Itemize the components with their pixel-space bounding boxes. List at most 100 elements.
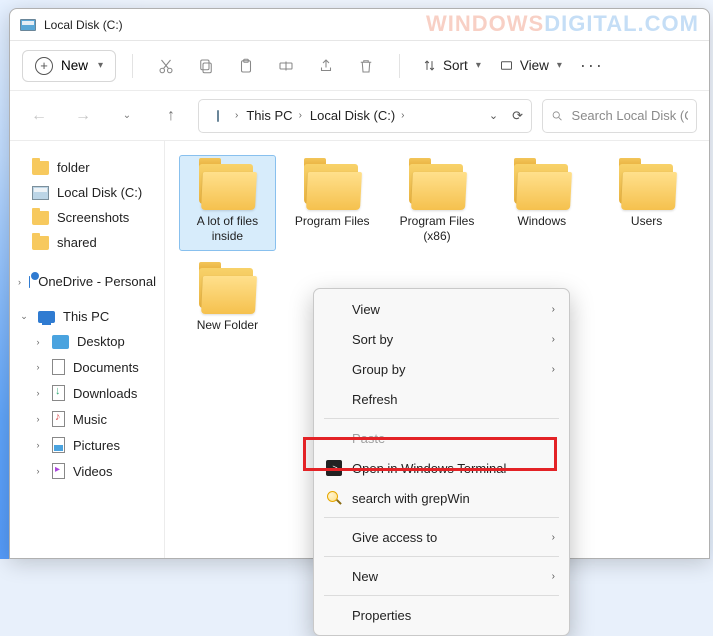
separator — [324, 517, 559, 518]
cut-button[interactable] — [149, 49, 183, 83]
folder-item[interactable]: Windows — [493, 155, 590, 251]
copy-button[interactable] — [189, 49, 223, 83]
expand-icon[interactable]: › — [32, 388, 44, 398]
separator — [324, 556, 559, 557]
back-button[interactable]: ← — [22, 99, 56, 133]
folder-label: Program Files (x86) — [392, 214, 483, 244]
refresh-button[interactable]: ⟳ — [512, 108, 523, 124]
sidebar-item-folder[interactable]: folder — [10, 155, 164, 180]
expand-icon[interactable]: › — [32, 466, 44, 476]
ctx-sort-by[interactable]: Sort by › — [314, 324, 569, 354]
ctx-refresh[interactable]: Refresh — [314, 384, 569, 414]
new-button[interactable]: + New ▾ — [22, 50, 116, 82]
ctx-paste: Paste — [314, 423, 569, 453]
search-input[interactable]: Search Local Disk (C:) — [542, 99, 697, 133]
separator — [132, 54, 133, 78]
chevron-right-icon: › — [552, 334, 555, 345]
paste-button[interactable] — [229, 49, 263, 83]
sidebar-item-shared[interactable]: shared — [10, 230, 164, 255]
folder-icon — [406, 162, 468, 210]
view-button[interactable]: View ▾ — [493, 58, 568, 73]
folder-item[interactable]: New Folder — [179, 259, 276, 340]
ctx-new[interactable]: New› — [314, 561, 569, 591]
ctx-view[interactable]: View› — [314, 294, 569, 324]
expand-icon[interactable]: › — [32, 414, 44, 424]
sidebar-item-this-pc[interactable]: ⌄This PC — [10, 304, 164, 329]
folder-item[interactable]: Program Files — [284, 155, 381, 251]
forward-button[interactable]: → — [66, 99, 100, 133]
documents-icon — [52, 359, 65, 375]
chevron-right-icon: › — [299, 110, 302, 121]
up-button[interactable]: ↑ — [154, 99, 188, 133]
sidebar-item-downloads[interactable]: › Downloads — [10, 380, 164, 406]
folder-icon — [196, 266, 258, 314]
ctx-label: View — [352, 302, 380, 317]
ctx-label: Paste — [352, 431, 385, 446]
separator — [324, 595, 559, 596]
address-dropdown[interactable]: ⌄ — [489, 109, 498, 122]
folder-label: Program Files — [295, 214, 370, 229]
folder-icon — [616, 162, 678, 210]
ctx-label: New — [352, 569, 378, 584]
recent-chevron[interactable]: ⌄ — [110, 99, 144, 133]
watermark: WINDOWSDIGITAL.COM — [426, 11, 699, 37]
more-button[interactable]: ··· — [574, 55, 610, 76]
expand-icon[interactable]: › — [18, 277, 21, 287]
sidebar-item-pictures[interactable]: › Pictures — [10, 432, 164, 458]
sidebar-item-videos[interactable]: › Videos — [10, 458, 164, 484]
separator — [399, 54, 400, 78]
collapse-icon[interactable]: ⌄ — [18, 311, 30, 322]
folder-item[interactable]: A lot of files inside — [179, 155, 276, 251]
folder-label: New Folder — [197, 318, 258, 333]
folder-item[interactable]: Program Files (x86) — [389, 155, 486, 251]
sidebar-item-screenshots[interactable]: Screenshots — [10, 205, 164, 230]
ctx-label: Refresh — [352, 392, 398, 407]
share-button[interactable] — [309, 49, 343, 83]
plus-icon: + — [35, 57, 53, 75]
sidebar-item-desktop[interactable]: ›Desktop — [10, 329, 164, 354]
drive-icon — [32, 186, 49, 200]
ctx-label: Give access to — [352, 530, 437, 545]
view-label: View — [520, 58, 549, 73]
sidebar-label: Screenshots — [57, 210, 129, 225]
delete-button[interactable] — [349, 49, 383, 83]
ctx-label: Properties — [352, 608, 411, 623]
ctx-grepwin[interactable]: search with grepWin — [314, 483, 569, 513]
breadcrumb-item[interactable]: Local Disk (C:)› — [310, 108, 407, 123]
breadcrumb-label: Local Disk (C:) — [310, 108, 395, 123]
watermark-part1: WINDOWS — [426, 11, 544, 36]
expand-icon[interactable]: › — [32, 440, 44, 450]
sidebar-item-documents[interactable]: ›Documents — [10, 354, 164, 380]
chevron-right-icon: › — [552, 364, 555, 375]
folder-icon — [32, 161, 49, 175]
magnifier-icon — [326, 490, 342, 506]
ctx-group-by[interactable]: Group by › — [314, 354, 569, 384]
window-title: Local Disk (C:) — [44, 18, 123, 32]
sidebar-item-music[interactable]: ›Music — [10, 406, 164, 432]
address-bar[interactable]: › This PC› Local Disk (C:)› ⌄ ⟳ — [198, 99, 532, 133]
breadcrumb-item[interactable]: This PC› — [246, 108, 304, 123]
chevron-right-icon[interactable]: › — [235, 110, 238, 121]
command-bar: + New ▾ Sort ▾ View ▾ ··· — [10, 41, 709, 91]
sidebar-item-onedrive[interactable]: ›OneDrive - Personal — [10, 269, 164, 294]
folder-label: Windows — [517, 214, 566, 229]
ctx-open-terminal[interactable]: Open in Windows Terminal — [314, 453, 569, 483]
sidebar-label: Pictures — [73, 438, 120, 453]
expand-icon[interactable]: › — [32, 362, 44, 372]
sort-label: Sort — [443, 58, 468, 73]
sort-button[interactable]: Sort ▾ — [416, 58, 487, 73]
ctx-give-access[interactable]: Give access to › — [314, 522, 569, 552]
folder-icon — [32, 211, 49, 225]
ctx-label: Group by — [352, 362, 405, 377]
sidebar-label: Videos — [73, 464, 113, 479]
ctx-label: Sort by — [352, 332, 393, 347]
sidebar-label: Downloads — [73, 386, 137, 401]
rename-button[interactable] — [269, 49, 303, 83]
chevron-right-icon: › — [552, 532, 555, 543]
ctx-properties[interactable]: Properties — [314, 600, 569, 630]
expand-icon[interactable]: › — [32, 337, 44, 347]
sidebar-item-local-disk[interactable]: Local Disk (C:) — [10, 180, 164, 205]
navigation-pane[interactable]: folder Local Disk (C:) Screenshots share… — [10, 141, 165, 558]
folder-item[interactable]: Users — [598, 155, 695, 251]
drive-icon — [207, 110, 227, 122]
